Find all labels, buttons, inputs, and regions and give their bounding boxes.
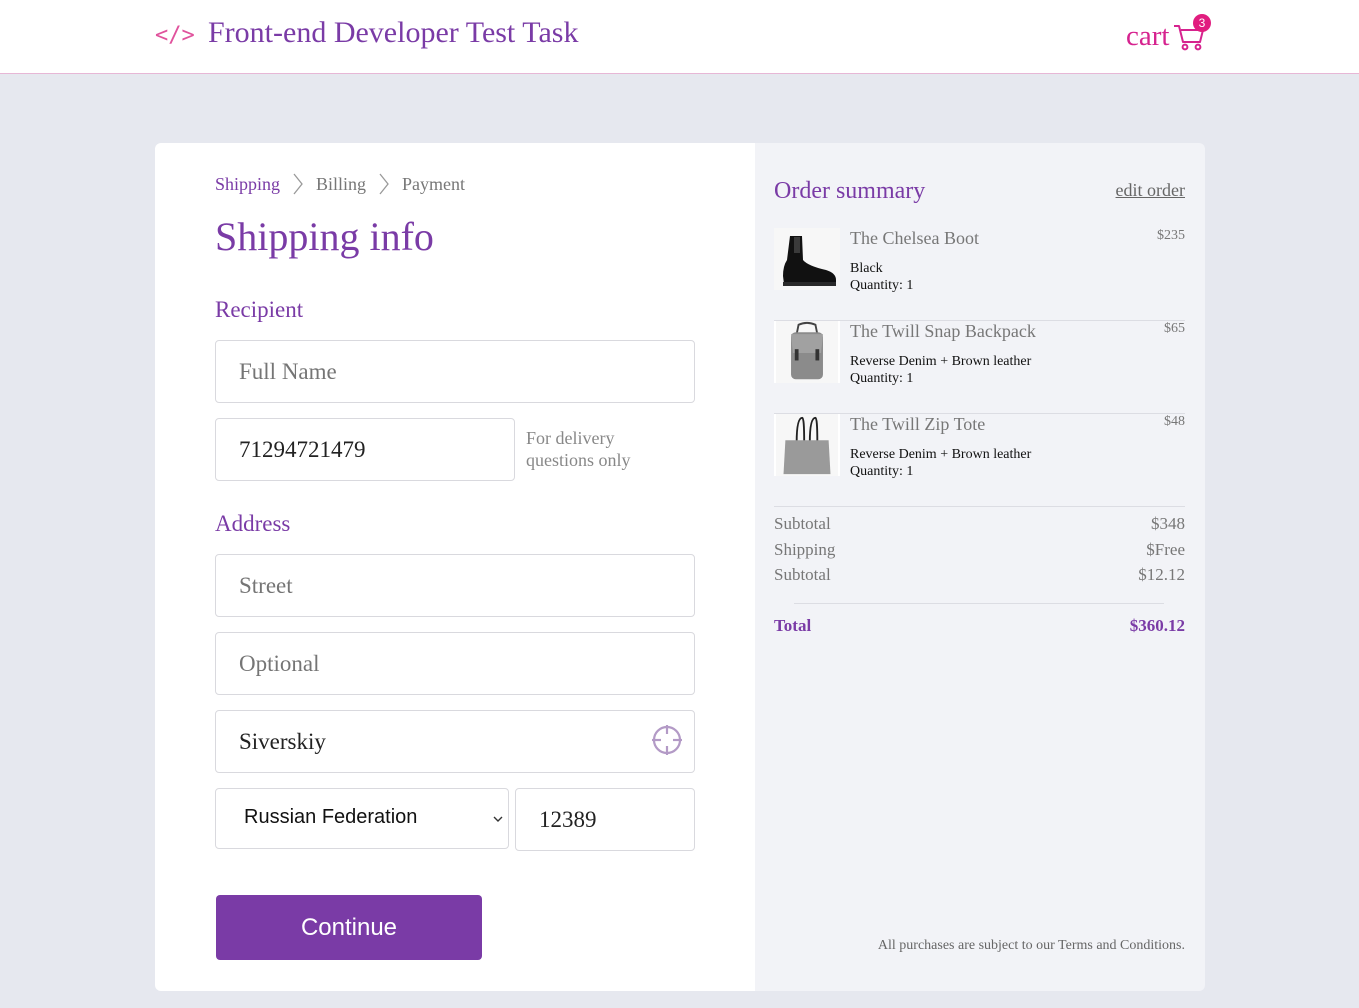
subtotal-row: Subtotal $348	[774, 514, 1185, 534]
checkout-breadcrumb: Shipping Billing Payment	[215, 172, 465, 196]
item-quantity: Quantity: 1	[850, 278, 914, 293]
continue-button[interactable]: Continue	[216, 895, 482, 960]
shipping-row: Shipping $Free	[774, 540, 1185, 560]
breadcrumb-shipping[interactable]: Shipping	[215, 174, 280, 195]
totals-value: $12.12	[1138, 565, 1185, 584]
item-variant: Reverse Denim + Brown leather	[850, 447, 1032, 462]
boot-thumbnail	[774, 228, 840, 290]
order-item: The Chelsea Boot $235 Black Quantity: 1	[774, 228, 1185, 321]
code-logo-icon: </>	[155, 23, 195, 48]
address-section-label: Address	[215, 511, 291, 536]
item-name: The Twill Snap Backpack	[850, 321, 1036, 341]
totals-divider	[794, 603, 1164, 604]
item-price: $48	[1164, 414, 1185, 429]
street-input[interactable]	[215, 554, 695, 617]
phone-input[interactable]	[215, 418, 515, 481]
order-summary-panel: Order summary edit order The Chelsea Boo…	[755, 143, 1205, 991]
shipping-form-panel: Shipping Billing Payment Shipping info R…	[155, 143, 755, 991]
order-item: The Twill Zip Tote $48 Reverse Denim + B…	[774, 414, 1185, 507]
totals-value: $348	[1151, 514, 1185, 533]
totals-label: Subtotal	[774, 565, 831, 584]
item-price: $235	[1157, 228, 1185, 243]
full-name-input[interactable]	[215, 340, 695, 403]
total-label: Total	[774, 616, 812, 635]
item-quantity: Quantity: 1	[850, 371, 914, 386]
chevron-right-icon	[379, 173, 389, 195]
backpack-thumbnail	[774, 321, 840, 383]
zip-input[interactable]	[515, 788, 695, 851]
item-variant: Reverse Denim + Brown leather	[850, 354, 1032, 369]
address-optional-input[interactable]	[215, 632, 695, 695]
cart-label: cart	[1126, 20, 1170, 52]
totals-label: Subtotal	[774, 514, 831, 533]
breadcrumb-billing[interactable]: Billing	[316, 174, 366, 195]
item-name: The Twill Zip Tote	[850, 414, 986, 434]
locate-crosshair-icon[interactable]	[651, 724, 683, 756]
totals-value: $Free	[1146, 540, 1185, 559]
chevron-down-icon	[493, 816, 503, 822]
phone-note: For delivery questions only	[526, 428, 631, 470]
order-summary-title: Order summary	[774, 178, 926, 204]
cart-count-badge: 3	[1193, 14, 1211, 32]
app-title: Front-end Developer Test Task	[208, 16, 579, 49]
breadcrumb-payment[interactable]: Payment	[402, 174, 465, 195]
tote-thumbnail	[774, 414, 840, 476]
page-title: Shipping info	[215, 214, 434, 259]
recipient-section-label: Recipient	[215, 297, 304, 322]
chevron-right-icon	[293, 173, 303, 195]
city-input[interactable]	[215, 710, 695, 773]
item-quantity: Quantity: 1	[850, 464, 914, 479]
item-name: The Chelsea Boot	[850, 228, 979, 248]
item-price: $65	[1164, 321, 1185, 336]
cart-button[interactable]: cart 3	[1126, 14, 1216, 58]
totals-label: Shipping	[774, 540, 836, 559]
country-select[interactable]: Russian Federation	[215, 788, 509, 849]
terms-note: All purchases are subject to our Terms a…	[877, 938, 1185, 953]
item-variant: Black	[850, 261, 883, 276]
order-item: The Twill Snap Backpack $65 Reverse Deni…	[774, 321, 1185, 414]
tax-row: Subtotal $12.12	[774, 565, 1185, 585]
country-selected-value: Russian Federation	[244, 806, 418, 828]
edit-order-link[interactable]: edit order	[1116, 180, 1185, 201]
total-row: Total $360.12	[774, 616, 1185, 636]
total-value: $360.12	[1129, 616, 1185, 635]
app-header: </> Front-end Developer Test Task cart 3	[0, 0, 1359, 74]
